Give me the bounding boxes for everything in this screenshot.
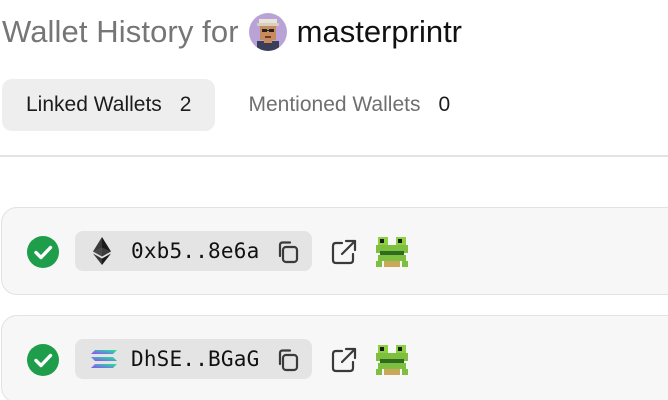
wallet-card: 0xb5..8e6a xyxy=(1,207,668,295)
external-link-icon[interactable] xyxy=(329,237,359,267)
frog-icon[interactable] xyxy=(374,235,410,269)
wallet-address-pill: DhSE..BGaG xyxy=(75,339,312,379)
wallet-address: 0xb5..8e6a xyxy=(131,239,260,263)
check-circle-icon xyxy=(27,236,59,268)
frog-icon[interactable] xyxy=(374,343,410,377)
pixel-punk-avatar-icon[interactable] xyxy=(248,13,287,51)
wallet-address: DhSE..BGaG xyxy=(131,347,260,371)
solana-icon xyxy=(89,344,117,374)
tab-linked-wallets-label: Linked Wallets xyxy=(26,93,162,116)
wallet-tabs: Linked Wallets 2 Mentioned Wallets 0 xyxy=(2,79,474,131)
tab-linked-wallets[interactable]: Linked Wallets 2 xyxy=(2,79,216,131)
wallet-address-pill: 0xb5..8e6a xyxy=(75,231,312,271)
page-header: Wallet History for masterprintr xyxy=(2,10,462,54)
ethereum-icon xyxy=(89,236,115,266)
wallet-card: DhSE..BGaG xyxy=(1,315,668,400)
copy-icon[interactable] xyxy=(274,346,302,374)
username[interactable]: masterprintr xyxy=(297,14,462,50)
tabs-divider xyxy=(0,155,668,157)
tab-mentioned-wallets-label: Mentioned Wallets xyxy=(248,93,421,116)
page-title-prefix: Wallet History for xyxy=(2,14,239,49)
copy-icon[interactable] xyxy=(274,238,302,266)
tab-mentioned-wallets[interactable]: Mentioned Wallets 0 xyxy=(215,79,474,131)
check-circle-icon xyxy=(27,344,59,376)
tab-mentioned-wallets-count: 0 xyxy=(438,93,451,116)
wallet-history-page: Wallet History for masterprintr Linked W… xyxy=(0,0,668,400)
tab-linked-wallets-count: 2 xyxy=(179,93,192,116)
external-link-icon[interactable] xyxy=(329,345,359,375)
